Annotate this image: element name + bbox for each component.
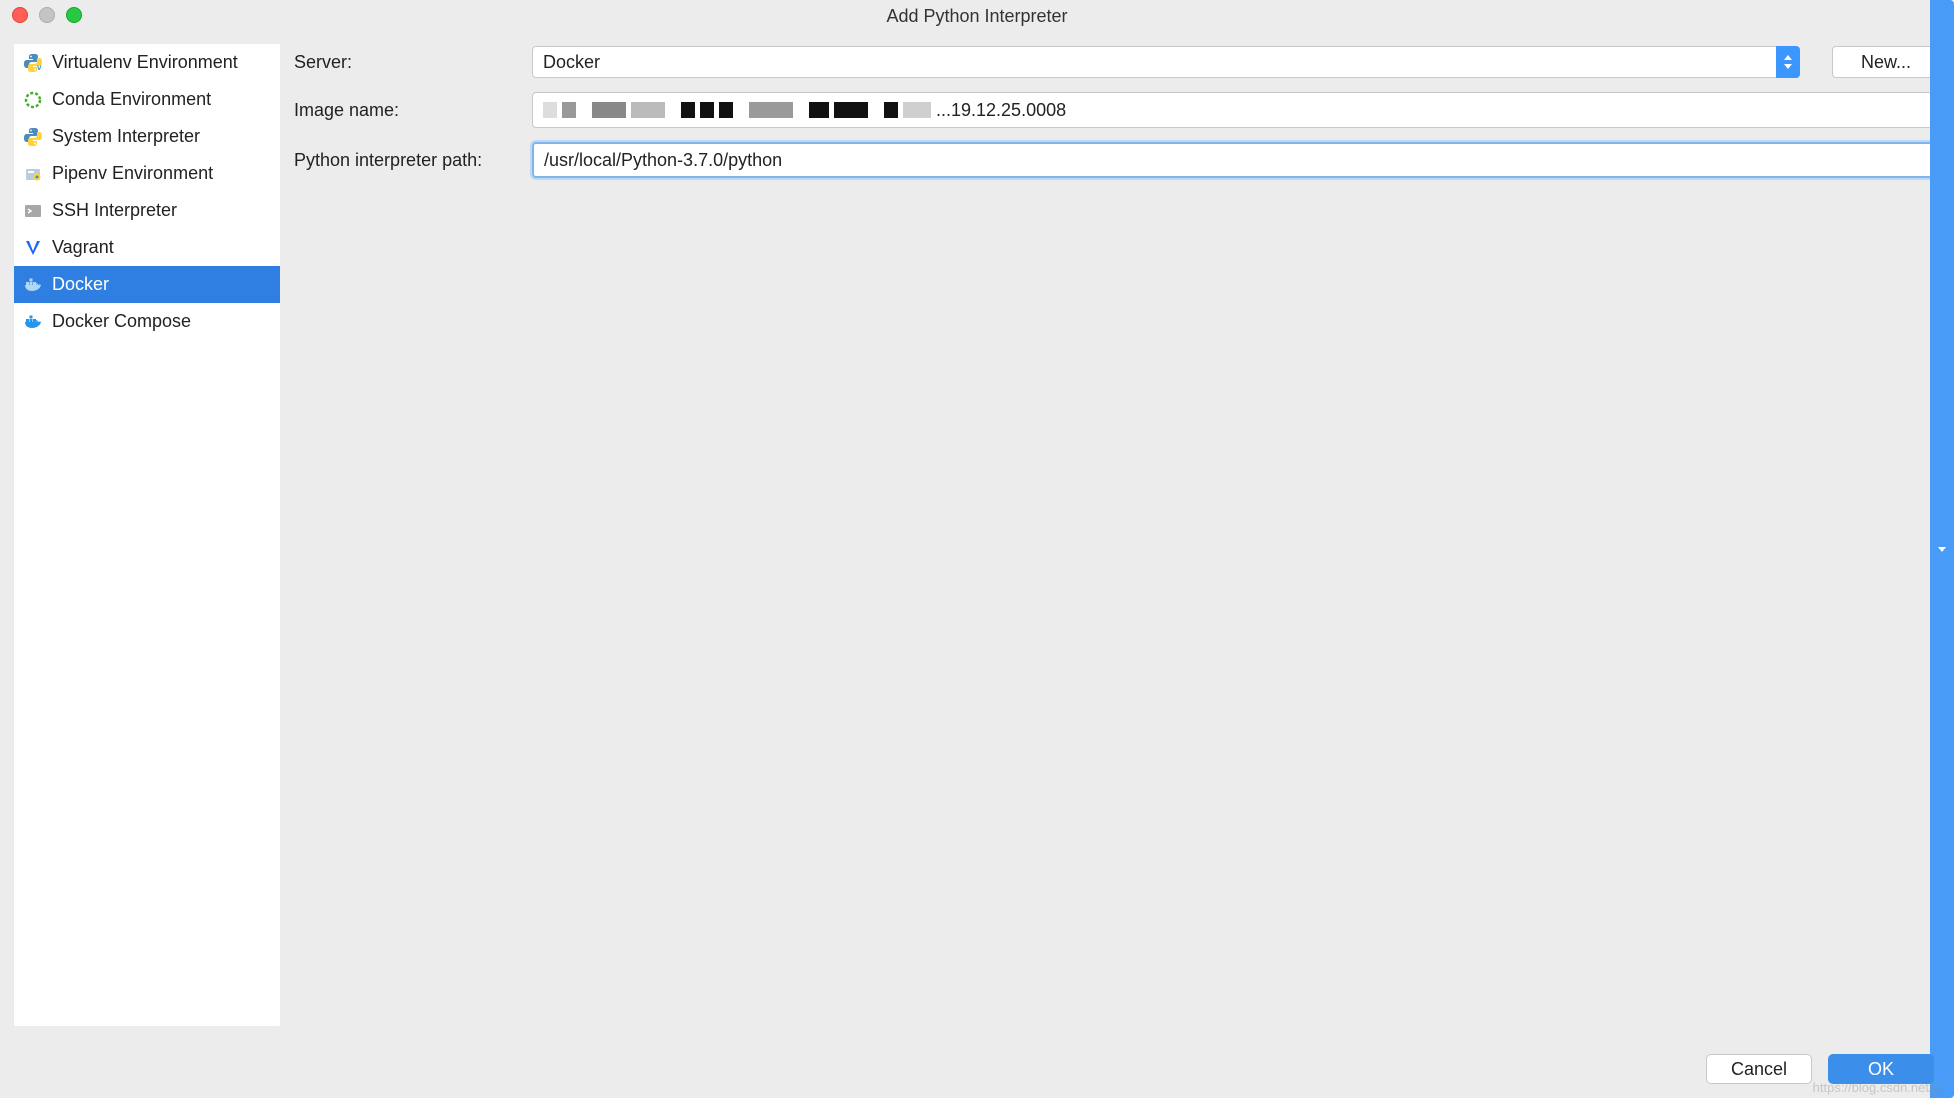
sidebar-item-vagrant[interactable]: Vagrant [14,229,280,266]
interpreter-path-input[interactable] [532,142,1940,178]
server-select[interactable]: Docker [532,46,1800,78]
server-select-value: Docker [532,46,1800,78]
image-name-value-suffix: ...19.12.25.0008 [936,100,1066,121]
watermark-text: https://blog.csdn.net/jc [1813,1080,1942,1095]
python-env-icon: v [24,54,42,72]
sidebar-item-label: SSH Interpreter [52,200,177,221]
new-server-button[interactable]: New... [1832,46,1940,78]
sidebar-item-label: System Interpreter [52,126,200,147]
dropdown-arrows-icon [1776,46,1800,78]
close-window-button[interactable] [12,7,28,23]
vagrant-icon [24,239,42,257]
sidebar-item-label: Vagrant [52,237,114,258]
ssh-icon [24,202,42,220]
docker-compose-icon [24,313,42,331]
sidebar-item-ssh[interactable]: SSH Interpreter [14,192,280,229]
svg-text:v: v [37,63,42,72]
image-name-select[interactable]: ...19.12.25.0008 [532,92,1940,128]
dialog-footer: Cancel OK [0,1040,1954,1098]
image-name-row: Image name: ...19.12.25.0008 [292,92,1940,128]
sidebar-item-label: Docker Compose [52,311,191,332]
sidebar-item-docker-compose[interactable]: Docker Compose [14,303,280,340]
sidebar-item-label: Virtualenv Environment [52,52,238,73]
server-label: Server: [292,52,524,73]
image-name-label: Image name: [292,100,524,121]
docker-icon [24,276,42,294]
minimize-window-button[interactable] [39,7,55,23]
pipenv-icon [24,165,42,183]
titlebar: Add Python Interpreter [0,0,1954,30]
interpreter-path-label: Python interpreter path: [292,150,524,171]
cancel-button[interactable]: Cancel [1706,1054,1812,1084]
sidebar-item-system[interactable]: System Interpreter [14,118,280,155]
python-icon [24,128,42,146]
sidebar-item-label: Pipenv Environment [52,163,213,184]
sidebar-item-conda[interactable]: Conda Environment [14,81,280,118]
window-title: Add Python Interpreter [12,4,1942,27]
chevron-down-icon [1930,92,1940,128]
conda-icon [24,91,42,109]
sidebar-item-label: Docker [52,274,109,295]
sidebar-item-pipenv[interactable]: Pipenv Environment [14,155,280,192]
sidebar-item-label: Conda Environment [52,89,211,110]
sidebar-item-virtualenv[interactable]: v Virtualenv Environment [14,44,280,81]
interpreter-path-row: Python interpreter path: [292,142,1940,178]
interpreter-type-sidebar: v Virtualenv Environment Conda Environme… [14,44,280,1026]
dialog-content: v Virtualenv Environment Conda Environme… [0,30,1954,1040]
sidebar-item-docker[interactable]: Docker [14,266,280,303]
docker-config-panel: Server: Docker New... Image name: [292,44,1940,1026]
window-controls [12,7,82,23]
maximize-window-button[interactable] [66,7,82,23]
server-row: Server: Docker New... [292,46,1940,78]
